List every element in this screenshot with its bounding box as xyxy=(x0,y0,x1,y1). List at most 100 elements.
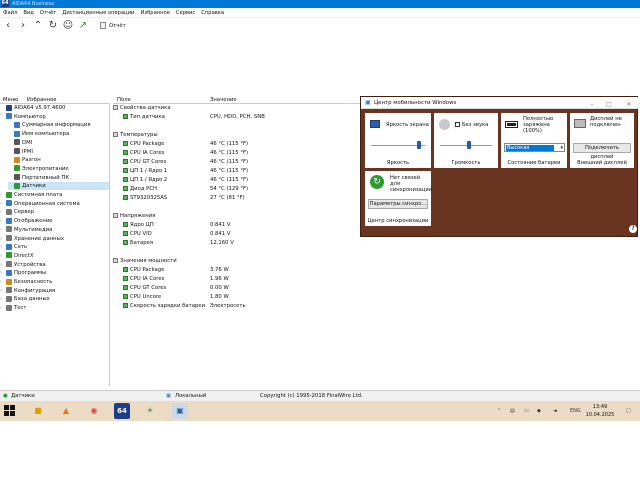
tree-item[interactable]: Портативный ПК xyxy=(8,174,109,182)
table-row[interactable]: CPU GT Cores 0.00 W xyxy=(113,284,640,293)
computer-icon xyxy=(6,113,12,120)
tree-item[interactable]: › Мультимедиа xyxy=(0,226,109,234)
tree-item[interactable]: › Тест xyxy=(0,304,109,312)
column-field[interactable]: Поле xyxy=(117,96,131,104)
sensor-row-icon xyxy=(123,141,128,146)
utility-app-icon[interactable]: ✶ xyxy=(142,403,158,419)
tree-item[interactable]: › Хранение данных xyxy=(0,235,109,243)
file-explorer-icon[interactable]: ■ xyxy=(30,403,46,419)
connect-display-button[interactable]: Подключить дисплей xyxy=(573,143,631,160)
brightness-slider-thumb[interactable] xyxy=(416,141,421,149)
tree-item-label: Сеть xyxy=(14,244,28,251)
tree-item[interactable]: › Устройства xyxy=(0,261,109,269)
mute-checkbox-box[interactable] xyxy=(455,122,460,127)
volume-slider-thumb[interactable] xyxy=(466,141,471,149)
power-plan-select[interactable]: Высокая производ ▾ xyxy=(504,143,565,152)
tree-item[interactable]: Электропитание xyxy=(8,165,109,173)
tree-item[interactable]: › Сервер xyxy=(0,208,109,216)
tree-item[interactable]: › Сеть xyxy=(0,243,109,251)
column-value[interactable]: Значение xyxy=(210,96,237,104)
menu-favorites[interactable]: Избранное xyxy=(137,8,172,18)
field-value: 46 °C (115 °F) xyxy=(210,150,249,156)
vlc-icon[interactable]: ▲ xyxy=(58,403,74,419)
menu-report[interactable]: Отчёт xyxy=(37,8,59,18)
aida64-taskbar-icon[interactable]: 64 xyxy=(114,403,130,419)
devices-icon xyxy=(6,261,12,268)
volume-slider[interactable] xyxy=(440,141,492,149)
tree-item[interactable]: › Программы xyxy=(0,269,109,277)
group-row[interactable]: Значения мощности xyxy=(113,257,640,266)
help-icon[interactable]: ? xyxy=(629,225,637,233)
menu-service[interactable]: Сервис xyxy=(173,8,198,18)
tree-item[interactable]: › Операционная система xyxy=(0,200,109,208)
tree-item-label: Устройства xyxy=(14,261,46,268)
tree-item[interactable]: › Конфигурация xyxy=(0,287,109,295)
up-icon[interactable]: ⌃ xyxy=(32,20,44,32)
menu-view[interactable]: Вид xyxy=(20,8,37,18)
field-label: CPU IA Cores xyxy=(130,276,165,282)
tree-item[interactable]: › Отображение xyxy=(0,217,109,225)
sync-center-label: Центр синхронизации xyxy=(367,218,429,224)
menu-remote[interactable]: Дистанционные операции xyxy=(59,8,137,18)
brightness-slider[interactable] xyxy=(371,141,425,149)
toolbar: ‹ › ⌃ ↻ ☺ ↗ Отчёт xyxy=(0,18,640,36)
clock[interactable]: 13:49 10.04.2025 xyxy=(580,403,620,419)
tree-item[interactable]: ˅ Компьютер xyxy=(0,113,109,121)
windows-start-icon[interactable] xyxy=(4,405,16,417)
sensor-row-icon xyxy=(123,231,128,236)
overclock-icon xyxy=(14,156,20,163)
tree-item[interactable]: Имя компьютера xyxy=(8,130,109,138)
tray-network-icon[interactable]: ▤ xyxy=(510,405,515,417)
sensor-row-icon xyxy=(123,177,128,182)
maximize-icon[interactable]: □ xyxy=(603,100,615,109)
group-icon xyxy=(113,258,118,263)
sensor-row-icon xyxy=(123,294,128,299)
tray-overflow-icon[interactable]: ⌃ xyxy=(497,405,501,417)
tray-battery-icon[interactable]: ▭ xyxy=(524,405,529,417)
menu-help[interactable]: Справка xyxy=(198,8,227,18)
tree-item[interactable]: Датчики xyxy=(8,182,109,191)
refresh-icon[interactable]: ↻ xyxy=(47,20,59,32)
mute-checkbox[interactable]: Без звука xyxy=(455,122,488,128)
table-row[interactable]: CPU IA Cores 1.96 W xyxy=(113,275,640,284)
tab-favorites[interactable]: Избранное xyxy=(27,96,56,104)
tree-item[interactable]: Разгон xyxy=(8,156,109,164)
field-label: CPU GT Cores xyxy=(130,159,167,165)
table-row[interactable]: Скорость зарядки батареи Электросеть xyxy=(113,302,640,311)
tree-item[interactable]: IPMI xyxy=(8,148,109,156)
programs-icon xyxy=(6,269,12,276)
test-icon xyxy=(6,304,12,311)
tray-volume-icon[interactable]: ◄ xyxy=(553,405,557,417)
tree-item-label: Безопасность xyxy=(14,279,53,285)
report-icon xyxy=(100,22,106,29)
sensor-row-icon xyxy=(123,186,128,191)
tab-menu[interactable]: Меню xyxy=(3,96,18,104)
table-row[interactable]: CPU Package 3.76 W xyxy=(113,266,640,275)
tray-shield-icon[interactable]: ◆ xyxy=(537,405,541,417)
table-row[interactable]: CPU Uncore 1.80 W xyxy=(113,293,640,302)
tree-item[interactable]: › DirectX xyxy=(0,252,109,260)
table-row[interactable]: Батарея 12.160 V xyxy=(113,239,640,248)
notifications-icon[interactable]: □ xyxy=(626,405,631,417)
tree-item[interactable]: AIDA64 v5.97.4600 xyxy=(0,104,109,112)
minimize-icon[interactable]: – xyxy=(586,100,598,109)
close-icon[interactable]: ✕ xyxy=(623,100,635,109)
report-label: Отчёт xyxy=(109,23,126,29)
mobility-center-taskbar-icon[interactable]: ▣ xyxy=(172,403,188,419)
group-icon xyxy=(113,105,118,110)
tree-item[interactable]: › Системная плата xyxy=(0,191,109,199)
report-button[interactable]: Отчёт xyxy=(100,20,126,32)
tree-item[interactable]: DMI xyxy=(8,139,109,147)
chart-icon[interactable]: ↗ xyxy=(77,20,89,32)
chrome-icon[interactable]: ◉ xyxy=(86,403,102,419)
menu-file[interactable]: Файл xyxy=(0,8,20,18)
sync-settings-button[interactable]: Параметры синхро... xyxy=(368,199,428,209)
tree-item[interactable]: Суммарная информация xyxy=(8,121,109,129)
tree-item[interactable]: › База данных xyxy=(0,295,109,303)
back-icon[interactable]: ‹ xyxy=(2,20,14,32)
forward-icon[interactable]: › xyxy=(17,20,29,32)
tree-item-label: Мультимедиа xyxy=(14,226,53,233)
external-display-label: Внешний дисплей xyxy=(577,160,627,166)
user-icon[interactable]: ☺ xyxy=(62,20,74,32)
tree-item[interactable]: › Безопасность xyxy=(0,278,109,286)
